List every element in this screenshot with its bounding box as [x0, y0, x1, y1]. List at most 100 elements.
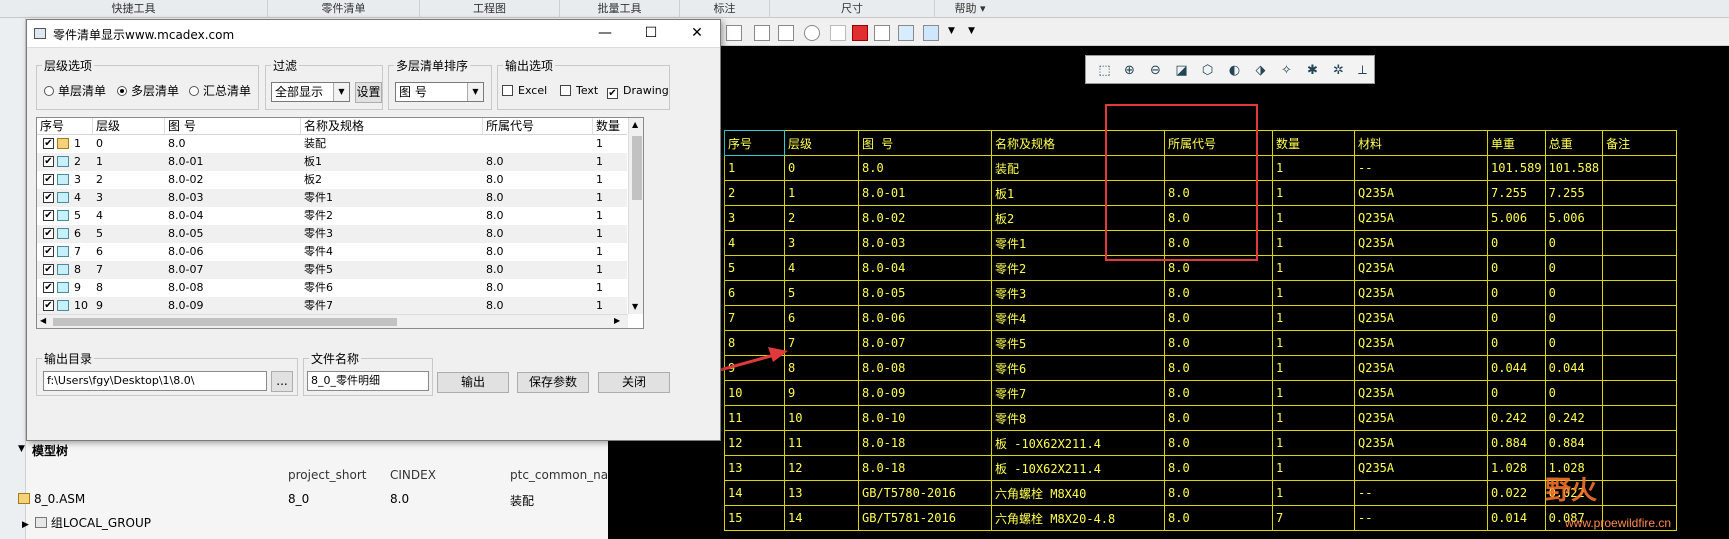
text-checkbox[interactable]: Text — [560, 84, 598, 97]
chevron-down-icon[interactable]: ▼ — [18, 444, 25, 454]
parts-list[interactable]: 序号 层级 图 号 名称及规格 所属代号 数量 ✔ 1 0 8.0 装配 1 ✔ 2 1 8.0-… — [36, 117, 644, 329]
minimize-button[interactable]: — — [582, 20, 628, 48]
delete-icon[interactable] — [852, 25, 868, 41]
radio-multi-level[interactable]: 多层清单 — [117, 82, 179, 99]
cad-table-row[interactable]: 8 7 8.0-07 零件5 8.0 1 Q235A 0 0 — [724, 330, 1678, 356]
datum-icon[interactable]: ✱ — [1304, 62, 1321, 79]
model-tree-col-0[interactable]: project_short — [288, 468, 367, 482]
disc-icon[interactable] — [804, 25, 820, 41]
table-row[interactable]: ✔ 5 4 8.0-04 零件2 8.0 1 — [37, 207, 627, 225]
table-row[interactable]: ✔ 6 5 8.0-05 零件3 8.0 1 — [37, 225, 627, 243]
table-row[interactable]: ✔ 7 6 8.0-06 零件4 8.0 1 — [37, 243, 627, 261]
filter-settings-button[interactable]: 设置 — [355, 82, 382, 103]
axis-icon[interactable]: ⟂ — [1354, 62, 1371, 79]
row-checkbox[interactable]: ✔ — [43, 156, 54, 167]
shade-icon[interactable]: ◐ — [1226, 62, 1243, 79]
cad-table-row[interactable]: 6 5 8.0-05 零件3 8.0 1 Q235A 0 0 — [724, 280, 1678, 306]
cad-table-row[interactable]: 13 12 8.0-18 板 -10X62X211.4 8.0 1 Q235A 1.028 1.… — [724, 455, 1678, 481]
table-row[interactable]: ✔ 4 3 8.0-03 零件1 8.0 1 — [37, 189, 627, 207]
row-checkbox[interactable]: ✔ — [43, 174, 54, 185]
more-icon[interactable]: ▼ — [968, 26, 975, 36]
col-header-qty[interactable]: 数量 — [593, 118, 627, 135]
col-header-parent-code[interactable]: 所属代号 — [483, 118, 593, 135]
table-row[interactable]: ✔ 9 8 8.0-08 零件6 8.0 1 — [37, 279, 627, 297]
export-button[interactable]: 输出 — [437, 372, 509, 393]
scroll-thumb[interactable] — [632, 136, 642, 200]
tree-item-group[interactable]: ▶ 组LOCAL_GROUP — [22, 514, 151, 531]
close-button[interactable]: 关闭 — [598, 372, 670, 393]
zoom-out-icon[interactable]: ⊖ — [1147, 62, 1164, 79]
print-icon[interactable] — [726, 25, 742, 41]
table-icon[interactable] — [778, 25, 794, 41]
chevron-up-icon[interactable]: ▲ — [632, 120, 638, 129]
cad-table-row[interactable]: 11 10 8.0-10 零件8 8.0 1 Q235A 0.242 0.242 — [724, 405, 1678, 431]
ribbon-group-parts-list[interactable]: 零件清单 — [268, 0, 420, 18]
table-row[interactable]: ✔ 2 1 8.0-01 板1 8.0 1 — [37, 153, 627, 171]
ribbon-group-help[interactable]: 帮助 ▾ — [935, 0, 1005, 18]
save-params-button[interactable]: 保存参数 — [517, 372, 589, 393]
maximize-button[interactable]: ☐ — [628, 20, 674, 48]
scroll-thumb[interactable] — [53, 318, 397, 326]
ribbon-group-drawing[interactable]: 工程图 — [420, 0, 560, 18]
pan-icon[interactable]: ◪ — [1173, 62, 1190, 79]
row-checkbox[interactable]: ✔ — [43, 210, 54, 221]
cube-icon[interactable] — [923, 25, 939, 41]
table-row[interactable]: ✔ 10 9 8.0-09 零件7 8.0 1 — [37, 297, 627, 315]
ribbon-group-annotation[interactable]: 标注 — [680, 0, 770, 18]
view-cube-icon[interactable]: ⬡ — [1199, 62, 1216, 79]
cad-table-row[interactable]: 10 9 8.0-09 零件7 8.0 1 Q235A 0 0 — [724, 380, 1678, 406]
ribbon-group-batch-tools[interactable]: 批量工具 — [560, 0, 680, 18]
chevron-right-icon[interactable]: ▶ — [614, 316, 620, 325]
row-checkbox[interactable]: ✔ — [43, 246, 54, 257]
radio-summary[interactable]: 汇总清单 — [189, 82, 251, 99]
layout-icon[interactable] — [874, 25, 890, 41]
cad-table-row[interactable]: 12 11 8.0-18 板 -10X62X211.4 8.0 1 Q235A 0.884 0.… — [724, 430, 1678, 456]
cad-table-row[interactable]: 9 8 8.0-08 零件6 8.0 1 Q235A 0.044 0.044 — [724, 355, 1678, 381]
col-header-drawing-no[interactable]: 图 号 — [165, 118, 301, 135]
output-dir-input[interactable]: f:\Users\fgy\Desktop\1\8.0\ — [43, 371, 267, 391]
point-icon[interactable]: ✧ — [1278, 62, 1295, 79]
table-row[interactable]: ✔ 1 0 8.0 装配 1 — [37, 135, 627, 153]
row-checkbox[interactable]: ✔ — [43, 138, 54, 149]
refit-icon[interactable] — [898, 25, 914, 41]
chevron-down-icon[interactable]: ▼ — [632, 302, 638, 311]
row-checkbox[interactable]: ✔ — [43, 300, 54, 311]
tree-item-asm[interactable]: 8_0.ASM — [18, 492, 85, 506]
chevron-down-icon[interactable]: ▼ — [948, 26, 955, 36]
row-checkbox[interactable]: ✔ — [43, 228, 54, 239]
ribbon-group-dimension[interactable]: 尺寸 — [770, 0, 935, 18]
ribbon-group-quick-tools[interactable]: 快捷工具 — [0, 0, 268, 18]
filter-select[interactable]: 全部显示 ▼ — [271, 82, 350, 102]
dialog-titlebar[interactable]: 零件清单显示www.mcadex.com — ☐ ✕ — [27, 20, 720, 48]
radio-single-level[interactable]: 单层清单 — [44, 82, 106, 99]
zoom-in-icon[interactable]: ⊕ — [1121, 62, 1138, 79]
col-header-level[interactable]: 层级 — [93, 118, 165, 135]
table-row[interactable]: ✔ 3 2 8.0-02 板2 8.0 1 — [37, 171, 627, 189]
coord-icon[interactable]: ✲ — [1330, 62, 1347, 79]
cad-table-row[interactable]: 15 14 GB/T5781-2016 六角螺栓 M8X20-4.8 8.0 7 -- 0.0… — [724, 505, 1678, 531]
drawing-checkbox[interactable]: ✔ Drawing — [607, 84, 669, 99]
sort-select[interactable]: 图 号 ▼ — [395, 82, 484, 102]
row-checkbox[interactable]: ✔ — [43, 264, 54, 275]
model-tree-col-2[interactable]: ptc_common_na — [510, 468, 608, 482]
excel-checkbox[interactable]: Excel — [502, 84, 547, 97]
page-icon[interactable] — [754, 25, 770, 41]
close-icon[interactable]: ✕ — [674, 20, 720, 48]
col-header-index[interactable]: 序号 — [37, 118, 93, 135]
horizontal-scrollbar[interactable]: ◀ ▶ — [37, 314, 628, 328]
unlink-icon[interactable] — [830, 25, 846, 41]
row-checkbox[interactable]: ✔ — [43, 192, 54, 203]
cad-table-row[interactable]: 14 13 GB/T5780-2016 六角螺栓 M8X40 8.0 1 -- 0.022 0.… — [724, 480, 1678, 506]
layer-icon[interactable]: ⬗ — [1252, 62, 1269, 79]
chevron-left-icon[interactable]: ◀ — [40, 316, 46, 325]
zoom-window-icon[interactable]: ⬚ — [1096, 62, 1113, 79]
file-name-input[interactable]: 8_0_零件明细 — [307, 371, 429, 391]
row-checkbox[interactable]: ✔ — [43, 282, 54, 293]
vertical-scrollbar[interactable]: ▲ ▼ — [628, 118, 643, 314]
chevron-right-icon[interactable]: ▶ — [22, 520, 29, 530]
browse-button[interactable]: ... — [271, 371, 293, 392]
model-tree-col-1[interactable]: CINDEX — [390, 468, 436, 482]
table-row[interactable]: ✔ 8 7 8.0-07 零件5 8.0 1 — [37, 261, 627, 279]
col-header-name[interactable]: 名称及规格 — [301, 118, 483, 135]
cad-table-row[interactable]: 7 6 8.0-06 零件4 8.0 1 Q235A 0 0 — [724, 305, 1678, 331]
